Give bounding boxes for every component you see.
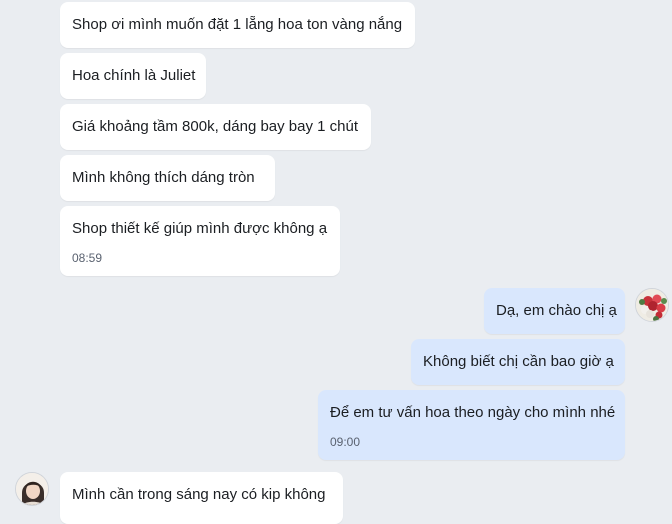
message-text: Dạ, em chào chị ạ [496, 302, 617, 319]
flower-bouquet-icon [636, 289, 668, 321]
message-text: Hoa chính là Juliet [72, 67, 196, 84]
message-bubble-incoming[interactable]: Mình cần trong sáng nay có kip không [60, 472, 343, 524]
message-bubble-outgoing[interactable]: Không biết chị cần bao giờ ạ [411, 339, 625, 385]
message-timestamp: 08:59 [72, 251, 103, 265]
message-text: Shop ơi mình muốn đặt 1 lẵng hoa ton vàn… [72, 16, 403, 33]
message-bubble-incoming[interactable]: Shop thiết kế giúp mình được không ạ 08:… [60, 206, 340, 276]
message-bubble-incoming[interactable]: Shop ơi mình muốn đặt 1 lẵng hoa ton vàn… [60, 2, 415, 48]
user-portrait-icon [16, 473, 48, 505]
message-text: Mình không thích dáng tròn [72, 169, 255, 186]
message-bubble-outgoing[interactable]: Dạ, em chào chị ạ [484, 288, 625, 334]
shop-avatar[interactable] [635, 288, 669, 322]
message-text: Shop thiết kế giúp mình được không ạ [72, 220, 328, 237]
message-text: Để em tư vấn hoa theo ngày cho mình nhé [330, 404, 616, 421]
message-timestamp: 09:00 [330, 435, 361, 449]
message-text: Mình cần trong sáng nay có kip không [72, 486, 326, 503]
message-bubble-incoming[interactable]: Giá khoảng tầm 800k, dáng bay bay 1 chút [60, 104, 371, 150]
customer-avatar[interactable] [15, 472, 49, 506]
message-bubble-incoming[interactable]: Mình không thích dáng tròn [60, 155, 275, 201]
message-text: Không biết chị cần bao giờ ạ [423, 353, 614, 370]
message-bubble-incoming[interactable]: Hoa chính là Juliet [60, 53, 206, 99]
message-bubble-outgoing[interactable]: Để em tư vấn hoa theo ngày cho mình nhé … [318, 390, 625, 460]
message-text: Giá khoảng tầm 800k, dáng bay bay 1 chút [72, 118, 359, 135]
